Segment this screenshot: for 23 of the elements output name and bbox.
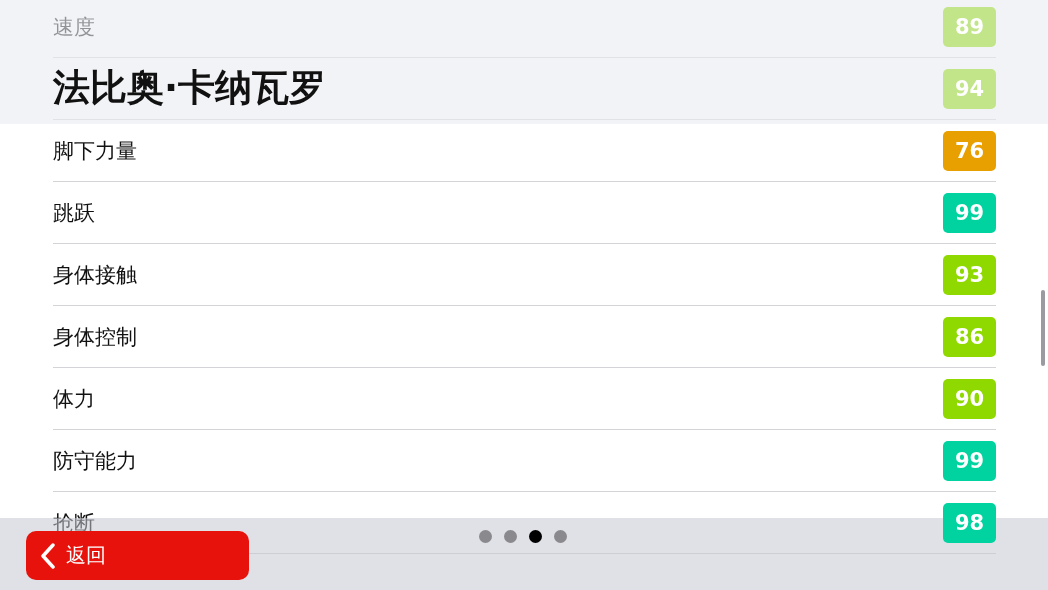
page-dot[interactable] <box>504 530 517 543</box>
stat-label: 身体接触 <box>53 261 137 289</box>
stat-label: 跳跃 <box>53 199 95 227</box>
back-button[interactable]: 返回 <box>26 531 249 580</box>
player-name: 法比奥·卡纳瓦罗 <box>53 65 327 111</box>
chevron-left-icon <box>40 542 56 569</box>
page-dot[interactable] <box>554 530 567 543</box>
rating-badge: 93 <box>943 254 996 295</box>
page-dot[interactable] <box>529 530 542 543</box>
rating-badge: 99 <box>943 440 996 481</box>
stat-label: 防守能力 <box>53 447 137 475</box>
page-dot[interactable] <box>479 530 492 543</box>
rating-badge: 99 <box>943 192 996 233</box>
rating-badge: 90 <box>943 378 996 419</box>
stat-label: 脚下力量 <box>53 137 137 165</box>
rating-badge: 89 <box>943 6 996 47</box>
stat-label: 速度 <box>53 13 95 41</box>
rating-badge: 76 <box>943 130 996 171</box>
rating-badge: 94 <box>943 68 996 109</box>
rating-badge: 98 <box>943 502 996 543</box>
stat-label: 身体控制 <box>53 323 137 351</box>
stat-label: 体力 <box>53 385 95 413</box>
rating-badge: 86 <box>943 316 996 357</box>
